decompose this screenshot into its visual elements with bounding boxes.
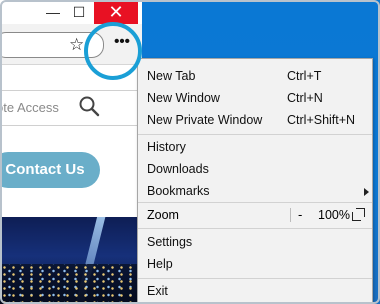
chevron-right-icon	[364, 188, 369, 196]
web-page: ote Access Contact Us	[0, 65, 142, 304]
menu-item-help[interactable]: Help	[138, 253, 372, 275]
menu-item-label: Settings	[147, 235, 193, 249]
menu-separator	[138, 278, 372, 279]
close-button[interactable]: ✕	[94, 0, 138, 24]
menu-item-bookmarks[interactable]: Bookmarks	[138, 180, 372, 202]
search-text: ote Access	[0, 100, 59, 115]
menu-item-shortcut: Ctrl+N	[287, 91, 323, 105]
menu-item-shortcut: Ctrl+Shift+N	[287, 113, 356, 127]
star-icon[interactable]: ☆	[69, 35, 84, 55]
highlight-circle	[84, 22, 142, 80]
menu-item-exit[interactable]: Exit	[138, 280, 372, 302]
menu-item-settings[interactable]: Settings	[138, 231, 372, 253]
menu-item-label: Downloads	[147, 162, 209, 176]
menu-item-new-window[interactable]: New Window Ctrl+N	[138, 87, 372, 109]
search-icon[interactable]	[78, 95, 100, 117]
menu-item-label: New Private Window	[147, 113, 263, 127]
menu-item-label: History	[147, 140, 186, 154]
menu-item-downloads[interactable]: Downloads	[138, 158, 372, 180]
menu-item-new-tab[interactable]: New Tab Ctrl+T	[138, 65, 372, 87]
zoom-out-button[interactable]: -	[298, 207, 302, 222]
minimize-button[interactable]: —	[40, 0, 66, 24]
zoom-divider	[290, 208, 291, 222]
zoom-controls: - 100%	[290, 205, 372, 225]
maximize-button[interactable]: ☐	[66, 0, 92, 24]
menu-item-shortcut: Ctrl+T	[287, 69, 322, 83]
menu-item-label: Help	[147, 257, 173, 271]
menu-item-label: New Window	[147, 91, 220, 105]
menu-item-label: Exit	[147, 284, 168, 298]
zoom-level: 100%	[318, 208, 350, 222]
contact-us-button[interactable]: Contact Us	[0, 152, 100, 188]
menu-item-label: New Tab	[147, 69, 196, 83]
search-bar[interactable]: ote Access	[0, 90, 142, 126]
browser-menu: New Tab Ctrl+T New Window Ctrl+N New Pri…	[137, 58, 373, 304]
city-night-image	[0, 217, 142, 304]
menu-separator	[138, 228, 372, 229]
title-bar: — ☐ ✕	[0, 0, 142, 24]
menu-item-label: Bookmarks	[147, 184, 210, 198]
zoom-label: Zoom	[147, 208, 179, 222]
menu-item-history[interactable]: History	[138, 136, 372, 158]
menu-separator	[138, 134, 372, 135]
menu-item-zoom: Zoom - 100%	[138, 203, 372, 227]
menu-item-new-private-window[interactable]: New Private Window Ctrl+Shift+N	[138, 109, 372, 131]
